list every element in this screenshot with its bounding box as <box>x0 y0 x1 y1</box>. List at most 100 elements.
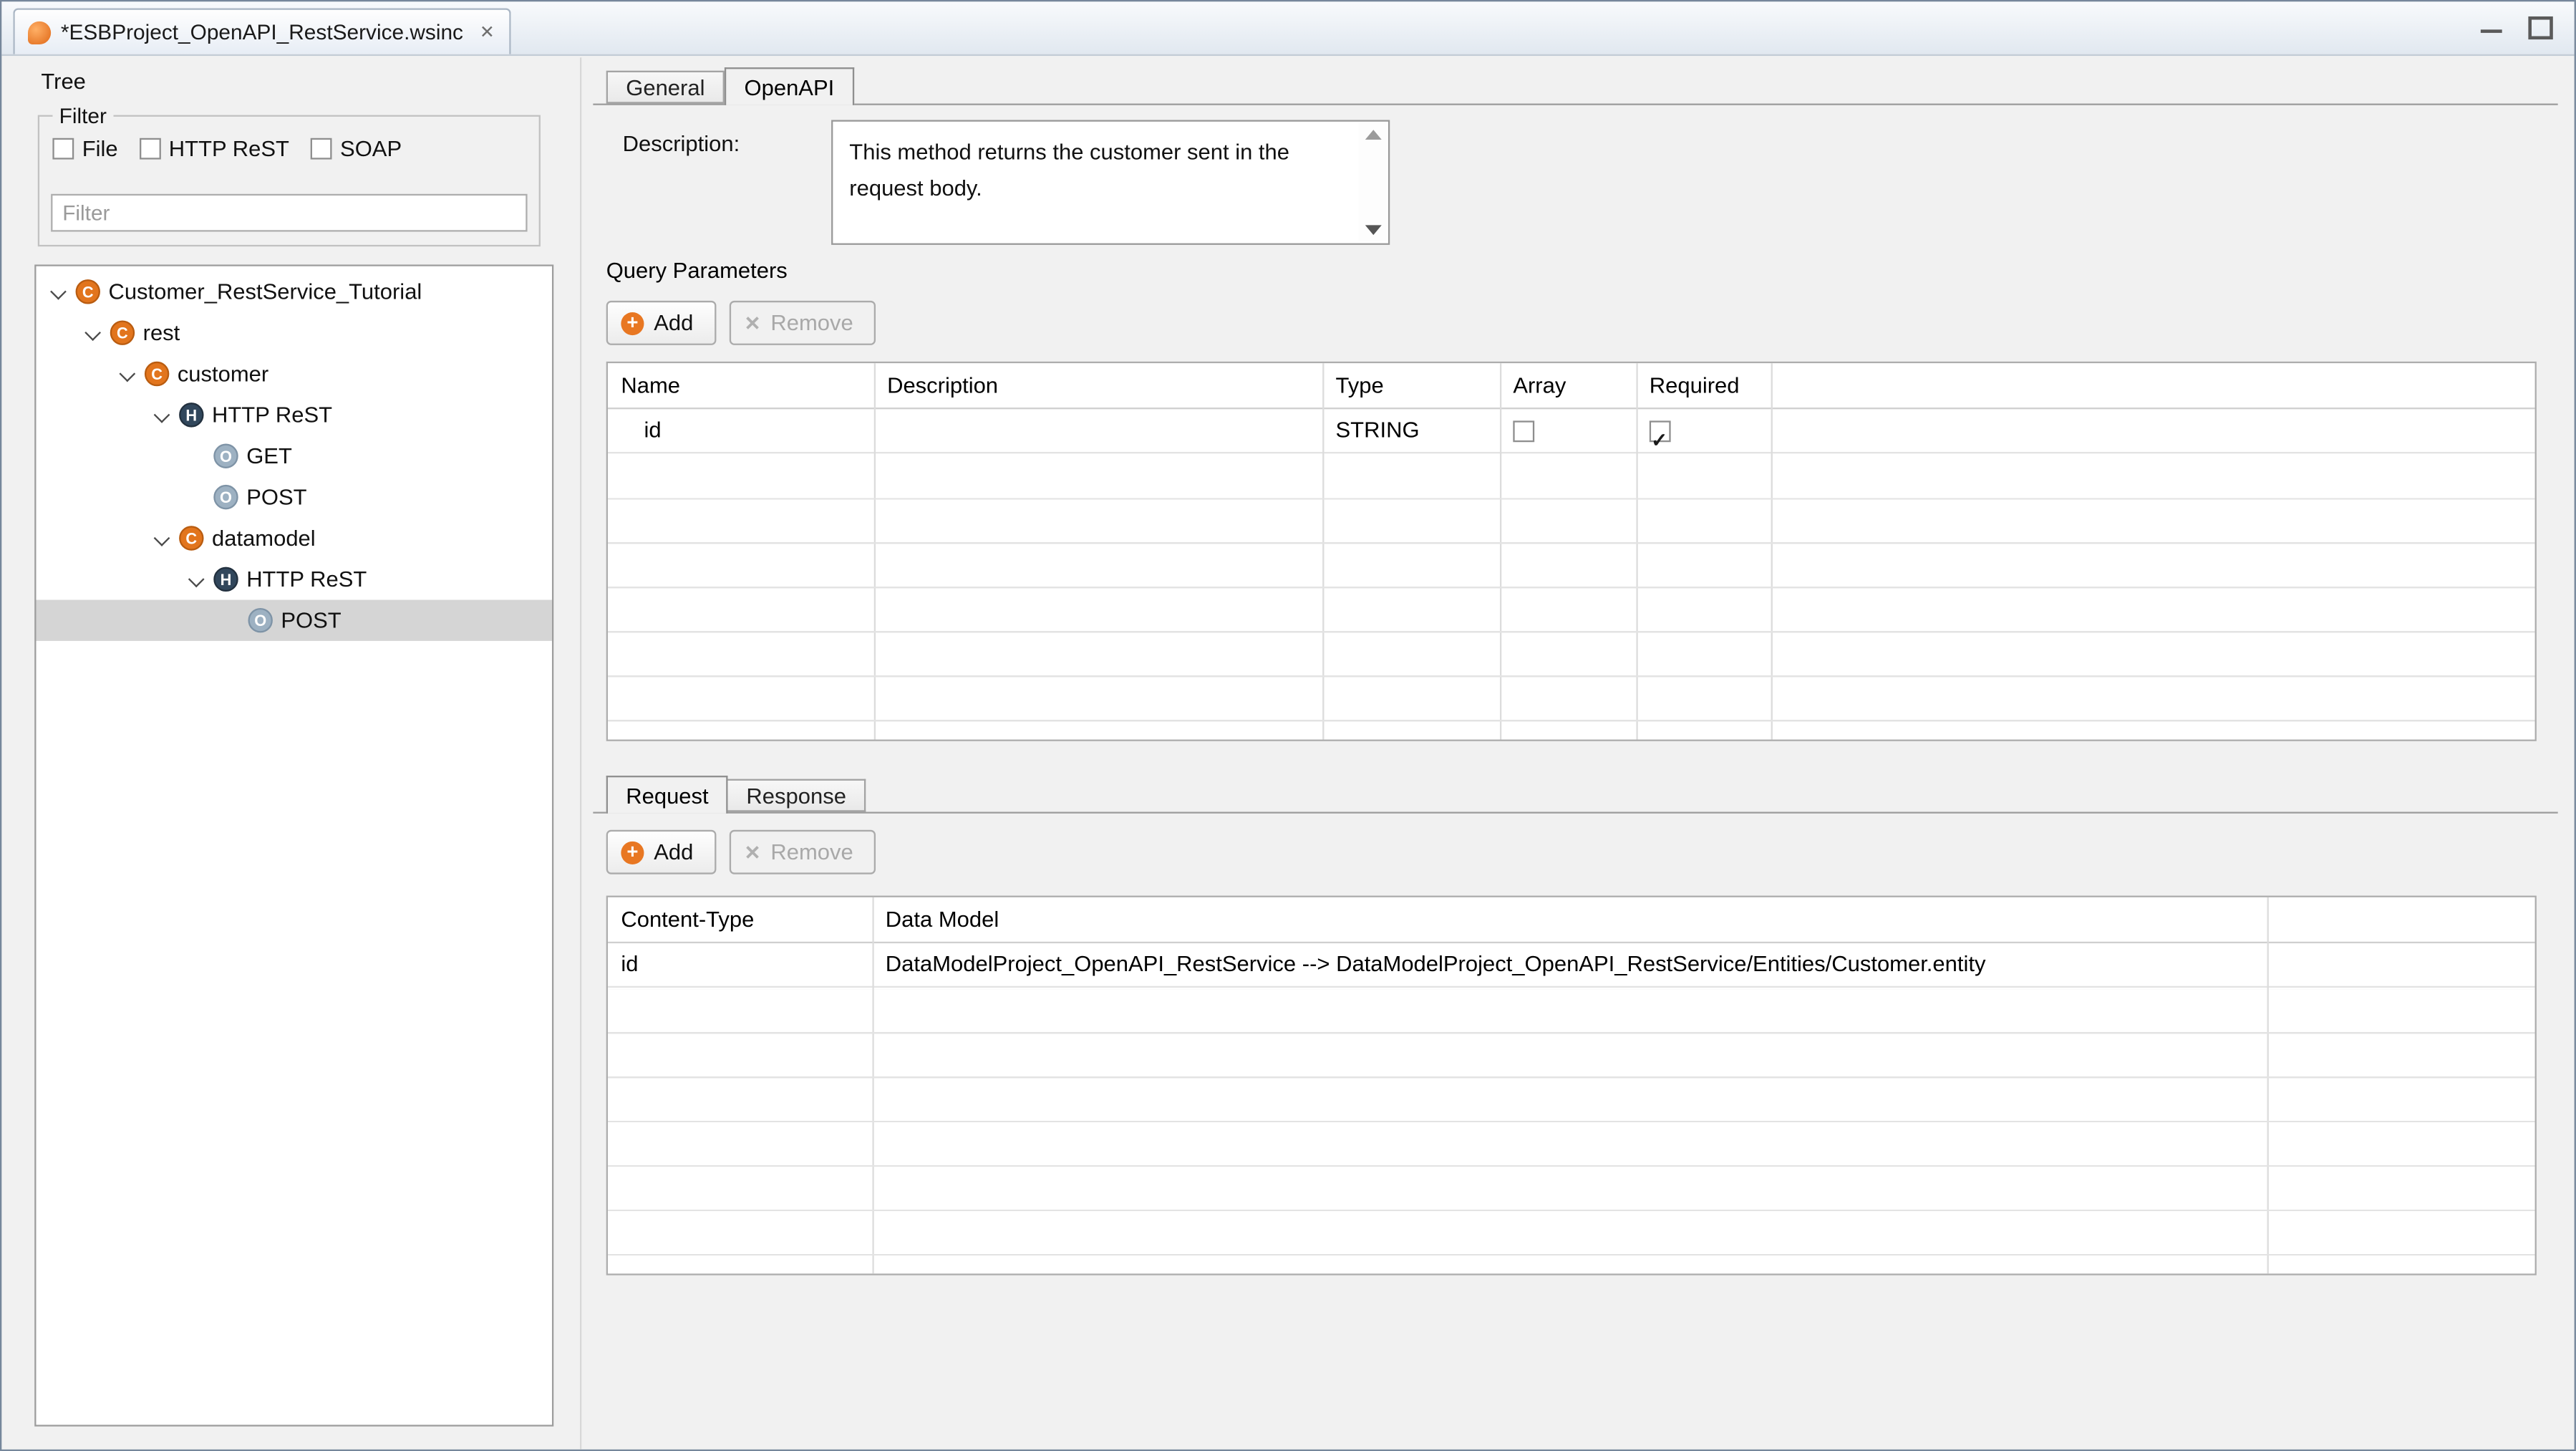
table-header: Content-Type Data Model <box>608 897 2535 943</box>
add-button-label: Add <box>654 311 693 335</box>
tree-item-rest[interactable]: C rest <box>36 312 552 353</box>
class-icon: C <box>110 320 135 344</box>
title-bar: *ESBProject_OpenAPI_RestService.wsinc ✕ <box>1 1 2574 56</box>
tree-panel-title: Tree <box>41 69 86 93</box>
column-header-array[interactable]: Array <box>1500 363 1636 408</box>
tree-item-http-rest-1[interactable]: H HTTP ReST <box>36 395 552 435</box>
http-rest-checkbox[interactable] <box>140 138 161 160</box>
chevron-down-icon[interactable] <box>150 525 176 551</box>
tree-item-datamodel[interactable]: C datamodel <box>36 518 552 559</box>
cell-data-model[interactable]: DataModelProject_OpenAPI_RestService -->… <box>872 943 2267 986</box>
file-checkbox-label: File <box>82 136 118 160</box>
tree-item-label: customer <box>178 362 268 386</box>
chevron-down-icon[interactable] <box>184 566 210 592</box>
operation-icon: O <box>213 485 238 509</box>
chevron-down-icon[interactable] <box>46 279 72 305</box>
add-button-label: Add <box>654 840 693 864</box>
empty-rows <box>608 989 2535 1273</box>
remove-icon: ✕ <box>745 841 761 864</box>
tab-underline <box>593 812 2557 814</box>
filter-input[interactable] <box>51 194 527 232</box>
tree-item-customer[interactable]: C customer <box>36 353 552 394</box>
column-header-filler <box>1771 363 2535 408</box>
tree-item-post-datamodel[interactable]: O POST <box>36 600 552 641</box>
window-controls <box>2479 15 2552 37</box>
remove-icon: ✕ <box>745 312 761 334</box>
column-header-content-type[interactable]: Content-Type <box>608 897 872 942</box>
tree-item-get[interactable]: O GET <box>36 435 552 476</box>
http-icon: H <box>179 402 203 427</box>
scroll-down-icon[interactable] <box>1365 225 1381 235</box>
column-header-type[interactable]: Type <box>1322 363 1500 408</box>
window-title-tab[interactable]: *ESBProject_OpenAPI_RestService.wsinc ✕ <box>13 8 511 54</box>
cell-type[interactable]: STRING <box>1322 409 1500 452</box>
tree-item-post[interactable]: O POST <box>36 476 552 517</box>
application-window: *ESBProject_OpenAPI_RestService.wsinc ✕ … <box>0 0 2576 1451</box>
tree-item-customer-restservice-tutorial[interactable]: C Customer_RestService_Tutorial <box>36 271 552 312</box>
chevron-down-icon[interactable] <box>150 402 176 428</box>
soap-filter[interactable]: SOAP <box>311 136 402 160</box>
column-header-name[interactable]: Name <box>608 363 874 408</box>
table-row[interactable]: id STRING <box>608 409 2535 453</box>
add-query-param-button[interactable]: + Add <box>606 301 717 345</box>
request-body-table: Content-Type Data Model id DataModelProj… <box>606 896 2537 1276</box>
cell-array <box>1500 409 1636 452</box>
cell-name[interactable]: id <box>608 409 874 452</box>
file-checkbox[interactable] <box>52 138 74 160</box>
cell-filler <box>1771 409 2535 452</box>
query-parameters-toolbar: + Add ✕ Remove <box>606 301 876 345</box>
scroll-up-icon[interactable] <box>1365 130 1381 140</box>
tab-general[interactable]: General <box>606 71 725 104</box>
column-header-data-model[interactable]: Data Model <box>872 897 2267 942</box>
tree-item-label: POST <box>281 608 341 632</box>
add-body-button[interactable]: + Add <box>606 830 717 874</box>
query-parameters-title: Query Parameters <box>606 258 788 282</box>
cell-required <box>1636 409 1771 452</box>
tree-item-label: rest <box>143 320 180 344</box>
chevron-down-icon[interactable] <box>115 361 142 387</box>
class-icon: C <box>145 362 169 386</box>
column-header-description[interactable]: Description <box>874 363 1322 408</box>
class-icon: C <box>76 279 100 304</box>
tree-item-label: HTTP ReST <box>246 567 367 592</box>
column-header-required[interactable]: Required <box>1636 363 1771 408</box>
description-scrollbar[interactable] <box>1359 123 1387 241</box>
cell-filler <box>2267 943 2535 986</box>
tree-item-label: GET <box>246 444 292 468</box>
minimize-button[interactable] <box>2479 15 2504 37</box>
tab-response[interactable]: Response <box>728 779 866 812</box>
http-icon: H <box>213 567 238 592</box>
query-parameters-table: Name Description Type Array Required id … <box>606 362 2537 741</box>
remove-button-label: Remove <box>770 311 853 335</box>
description-textarea[interactable]: This method returns the customer sent in… <box>831 120 1390 245</box>
soap-checkbox-label: SOAP <box>340 136 402 160</box>
maximize-button[interactable] <box>2527 15 2551 37</box>
cell-description[interactable] <box>874 409 1322 452</box>
editor-tab-strip: General OpenAPI <box>606 67 854 105</box>
tree-item-label: Customer_RestService_Tutorial <box>108 279 422 304</box>
soap-checkbox[interactable] <box>311 138 332 160</box>
tab-request[interactable]: Request <box>606 776 728 814</box>
tree-item-label: datamodel <box>212 526 316 550</box>
body-tab-strip: Request Response <box>606 776 866 814</box>
file-filter[interactable]: File <box>52 136 117 160</box>
operation-icon: O <box>213 444 238 468</box>
array-checkbox[interactable] <box>1513 420 1534 441</box>
http-rest-filter[interactable]: HTTP ReST <box>140 136 289 160</box>
tree-item-label: POST <box>246 485 306 509</box>
cell-content-type[interactable]: id <box>608 943 872 986</box>
panel-divider[interactable] <box>580 57 581 1450</box>
tab-close-icon[interactable]: ✕ <box>480 21 495 43</box>
table-row[interactable]: id DataModelProject_OpenAPI_RestService … <box>608 943 2535 988</box>
remove-body-button[interactable]: ✕ Remove <box>730 830 876 874</box>
description-text: This method returns the customer sent in… <box>849 140 1289 200</box>
tree-item-http-rest-2[interactable]: H HTTP ReST <box>36 559 552 599</box>
remove-query-param-button[interactable]: ✕ Remove <box>730 301 876 345</box>
operation-icon: O <box>248 608 272 632</box>
wsinc-file-icon <box>28 21 51 44</box>
tab-openapi[interactable]: OpenAPI <box>725 67 854 105</box>
required-checkbox[interactable] <box>1650 420 1671 441</box>
remove-button-label: Remove <box>770 840 853 864</box>
chevron-down-icon[interactable] <box>80 319 107 346</box>
filter-group-label: Filter <box>52 104 113 128</box>
